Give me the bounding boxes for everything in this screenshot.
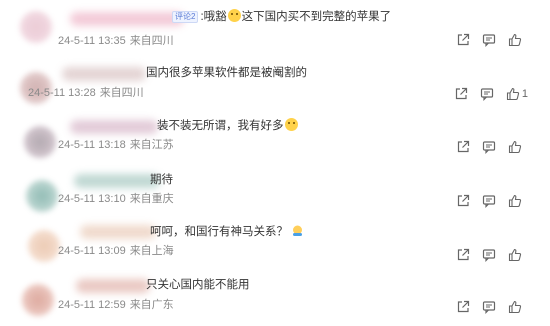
thumbs-up-icon[interactable] [502, 32, 528, 48]
share-icon[interactable] [450, 247, 476, 263]
share-icon[interactable] [450, 139, 476, 155]
comment-time: 24-5-11 13:28 [28, 87, 96, 99]
share-icon[interactable] [448, 86, 474, 102]
comment-icon[interactable] [474, 86, 500, 102]
comment-meta: 24-5-11 13:10 来自重庆 [58, 192, 174, 206]
avatar[interactable] [26, 180, 58, 212]
share-icon[interactable] [450, 299, 476, 315]
badge: 评论2 [172, 10, 199, 23]
comment-actions: 1 [448, 86, 528, 102]
username-blurred[interactable] [80, 225, 156, 239]
thumbs-up-icon[interactable] [502, 299, 528, 315]
comment-location: 来自重庆 [129, 193, 174, 205]
comment-text: 装不装无所谓，我有好多 [157, 117, 299, 135]
avatar[interactable] [22, 284, 54, 316]
comment-time: 24-5-11 13:09 [58, 245, 126, 257]
username-blurred[interactable] [70, 120, 158, 134]
comment-meta: 24-5-11 13:09 来自上海 [58, 244, 174, 258]
comment-icon[interactable] [476, 247, 502, 263]
comment-icon[interactable] [476, 32, 502, 48]
thumbs-up-icon[interactable] [502, 139, 528, 155]
comment-icon[interactable] [476, 139, 502, 155]
comment-list: 评论2:哦豁 这下国内买不到完整的苹果了 24-5-11 13:35 来自四川 国内… [0, 0, 550, 326]
comment-actions [450, 299, 528, 315]
comment-location: 来自江苏 [129, 139, 174, 151]
comment-time: 24-5-11 12:59 [58, 299, 126, 311]
comment-location: 来自四川 [129, 35, 174, 47]
comment-text: 评论2:哦豁 这下国内买不到完整的苹果了 [172, 8, 391, 26]
comment-meta: 24-5-11 13:35 来自四川 [58, 34, 174, 48]
comment-meta: 24-5-11 13:18 来自江苏 [58, 138, 174, 152]
comment-location: 来自四川 [99, 87, 144, 99]
comment-text: 只关心国内能不能用 [146, 279, 250, 291]
comment-time: 24-5-11 13:35 [58, 35, 126, 47]
avatar[interactable] [28, 230, 60, 262]
share-icon[interactable] [450, 193, 476, 209]
comment-meta: 24-5-11 12:59 来自广东 [58, 298, 174, 312]
comment-location: 来自广东 [129, 299, 174, 311]
comment-actions [450, 139, 528, 155]
comment-actions [450, 32, 528, 48]
username-blurred[interactable] [76, 279, 150, 293]
thumbs-up-icon[interactable]: 1 [506, 86, 528, 102]
face-emoji [227, 9, 241, 22]
comment-location: 来自上海 [129, 245, 174, 257]
comment-actions [450, 247, 528, 263]
comment-icon[interactable] [476, 193, 502, 209]
comment-time: 24-5-11 13:10 [58, 193, 126, 205]
like-count: 1 [521, 88, 528, 100]
share-icon[interactable] [450, 32, 476, 48]
comment-text: 国内很多苹果软件都是被阉割的 [146, 67, 307, 79]
comment-text: 期待 [150, 174, 173, 186]
avatar[interactable] [24, 126, 56, 158]
comment-text: 呵呵，和国行有神马关系？ [150, 223, 304, 241]
comment-meta: 24-5-11 13:28 来自四川 [28, 86, 144, 100]
username-blurred[interactable] [62, 67, 146, 81]
thinking-emoji [291, 224, 304, 237]
username-blurred[interactable] [70, 12, 184, 26]
comment-icon[interactable] [476, 299, 502, 315]
comment-time: 24-5-11 13:18 [58, 139, 126, 151]
username-blurred[interactable] [74, 174, 160, 188]
thumbs-up-icon[interactable] [502, 193, 528, 209]
avatar[interactable] [20, 11, 52, 43]
comment-actions [450, 193, 528, 209]
face-emoji [284, 118, 298, 131]
thumbs-up-icon[interactable] [502, 247, 528, 263]
